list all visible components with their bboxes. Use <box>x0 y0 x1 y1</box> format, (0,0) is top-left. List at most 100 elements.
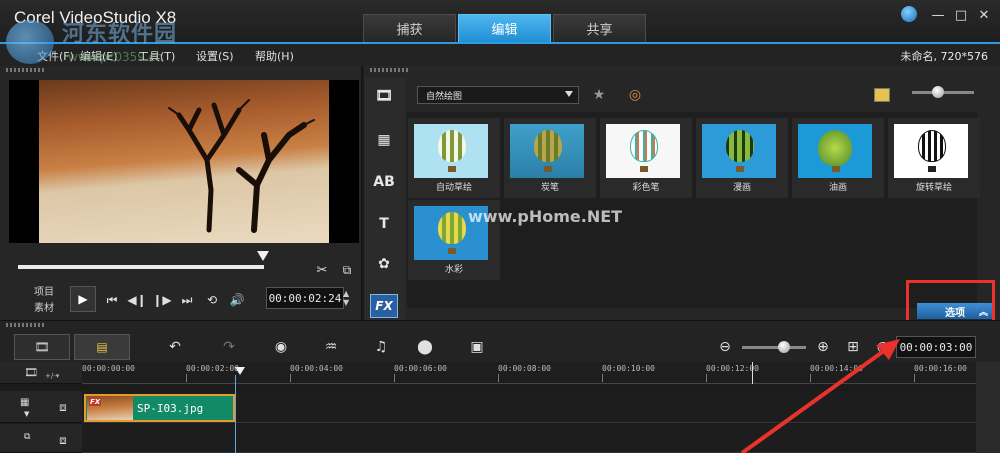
ruler-tick <box>706 374 707 382</box>
timecode-spinner[interactable]: ▲ ▼ <box>343 289 349 307</box>
storyboard-view-button[interactable]: 🎞 <box>14 334 70 360</box>
thumbnail-image <box>798 124 872 178</box>
project-duration-icon[interactable]: ◔ <box>870 336 896 358</box>
timeline-view-button[interactable]: ▤ <box>74 334 130 360</box>
globe-icon[interactable] <box>901 6 917 22</box>
panel-grip[interactable] <box>6 68 46 72</box>
overlay-track[interactable] <box>82 424 976 453</box>
filter-thumbnail[interactable]: 自动草绘 <box>408 118 500 198</box>
motion-tracking-icon[interactable]: ⬤ <box>412 336 438 358</box>
ruler-label: 00:00:02:00 <box>186 364 239 373</box>
fx-badge: FX <box>89 398 102 406</box>
browse-icon[interactable]: ◎ <box>626 86 644 104</box>
repeat-button[interactable]: ⟲ <box>202 290 222 310</box>
audio-mixer-icon[interactable]: ♒ <box>318 336 344 358</box>
ruler-label: 00:00:10:00 <box>602 364 655 373</box>
filter-thumbnail[interactable]: 油画 <box>792 118 884 198</box>
thumbnail-image <box>894 124 968 178</box>
category-dropdown[interactable]: 自然绘图 <box>417 86 579 104</box>
favorite-icon[interactable]: ★ <box>590 86 608 104</box>
chevron-down-icon <box>565 91 573 97</box>
thumbnail-label: 水彩 <box>444 265 463 275</box>
minimize-button[interactable]: — <box>929 6 947 24</box>
player-panel: ✂ ⧉ 项目 素材 ▶ ⏮ ◀❙ ❙▶ ⏭ ⟲ 🔊 00:00:02:24 ▲ ▼ <box>0 66 362 320</box>
tab-share[interactable]: 共享 <box>553 14 646 42</box>
playhead-handle[interactable] <box>235 367 245 375</box>
play-button[interactable]: ▶ <box>70 286 96 312</box>
project-end-marker <box>752 362 753 384</box>
thumbnail-size-knob[interactable] <box>932 86 944 98</box>
player-timecode[interactable]: 00:00:02:24 <box>266 287 344 309</box>
thumbnail-image <box>414 124 488 178</box>
ruler-label: 00:00:08:00 <box>498 364 551 373</box>
chevron-down-icon[interactable]: ▼ <box>24 410 29 418</box>
thumbnail-label: 油画 <box>828 183 847 193</box>
zoom-slider[interactable] <box>742 346 806 349</box>
transition-icon[interactable]: AB <box>370 170 398 194</box>
next-frame-button[interactable]: ❙▶ <box>152 290 172 310</box>
fit-project-icon[interactable]: ⊞ <box>840 336 866 358</box>
basket-icon <box>544 166 552 172</box>
panel-grip[interactable] <box>6 323 46 327</box>
project-info: 未命名, 720*576 <box>900 50 988 63</box>
zoom-in-icon[interactable]: ⊕ <box>810 336 836 358</box>
instant-project-icon[interactable]: ▦ <box>370 128 398 152</box>
timeline-timecode[interactable]: 00:00:03:00 <box>896 336 976 358</box>
trim-scissor-icon[interactable]: ✂ <box>312 260 332 280</box>
subtitle-editor-icon[interactable]: ▣ <box>464 336 490 358</box>
zoom-knob[interactable] <box>778 341 790 353</box>
track-visibility-icon[interactable]: ⧈ <box>52 399 74 415</box>
filter-thumbnail[interactable]: 彩色笔 <box>600 118 692 198</box>
volume-button[interactable]: 🔊 <box>227 290 247 310</box>
mode-project-label[interactable]: 项目 <box>34 283 54 298</box>
home-button[interactable]: ⏮ <box>102 290 122 310</box>
playhead-line <box>235 375 236 453</box>
filter-fx-button[interactable]: FX <box>370 294 398 318</box>
timeline-scrollbar[interactable] <box>976 362 1000 453</box>
thumbnail-label: 自动草绘 <box>435 183 472 193</box>
title-icon[interactable]: T <box>370 212 398 236</box>
record-capture-icon[interactable]: ◉ <box>268 336 294 358</box>
clip-thumbnail: FX <box>87 396 133 420</box>
filter-thumbnail[interactable]: 旋转草绘 <box>888 118 980 198</box>
ruler-tick <box>602 374 603 382</box>
overlay-track-icon[interactable]: ⧉ <box>24 432 30 442</box>
tab-edit[interactable]: 编辑 <box>458 14 551 42</box>
view-mode-icon[interactable] <box>874 88 890 102</box>
timeline-clip[interactable]: FX SP-I03.jpg <box>84 394 235 422</box>
basket-icon <box>640 166 648 172</box>
mode-clip-label[interactable]: 素材 <box>34 299 54 314</box>
balloon-icon <box>818 130 852 166</box>
thumbnail-image <box>702 124 776 178</box>
video-track-icon[interactable]: ▦ <box>20 397 29 408</box>
undo-icon[interactable]: ↶ <box>162 336 188 358</box>
panel-grip[interactable] <box>370 68 410 72</box>
enlarge-icon[interactable]: ⧉ <box>337 260 357 280</box>
menu-help[interactable]: 帮助(H) <box>255 48 294 64</box>
basket-icon <box>832 166 840 172</box>
filter-thumbnail[interactable]: 炭笔 <box>504 118 596 198</box>
zoom-out-icon[interactable]: ⊖ <box>712 336 738 358</box>
tab-capture[interactable]: 捕获 <box>363 14 456 42</box>
scrub-bar[interactable] <box>18 265 264 269</box>
media-icon[interactable]: 🎞 <box>370 84 398 108</box>
end-button[interactable]: ⏭ <box>177 290 197 310</box>
close-button[interactable]: ✕ <box>975 6 993 24</box>
category-strip <box>365 78 405 320</box>
scrub-handle[interactable] <box>257 251 269 261</box>
preview-image <box>39 80 329 243</box>
graphic-icon[interactable]: ✿ <box>370 252 398 276</box>
menu-settings[interactable]: 设置(S) <box>196 48 234 64</box>
balloon-icon <box>438 130 466 162</box>
add-remove-tracks[interactable]: +/-▾ <box>45 372 59 380</box>
redo-icon[interactable]: ↷ <box>216 336 242 358</box>
maximize-button[interactable]: □ <box>952 6 970 24</box>
video-track-head: ▦ ▼ ⧈ <box>0 391 82 423</box>
filter-thumbnail[interactable]: 漫画 <box>696 118 788 198</box>
ruler-label: 00:00:06:00 <box>394 364 447 373</box>
track-manager-icon[interactable]: 🎞 <box>24 366 38 379</box>
ruler-tick <box>498 374 499 382</box>
track-visibility-icon[interactable]: ⧈ <box>52 432 74 448</box>
auto-music-icon[interactable]: ♫ <box>368 336 394 358</box>
prev-frame-button[interactable]: ◀❙ <box>127 290 147 310</box>
